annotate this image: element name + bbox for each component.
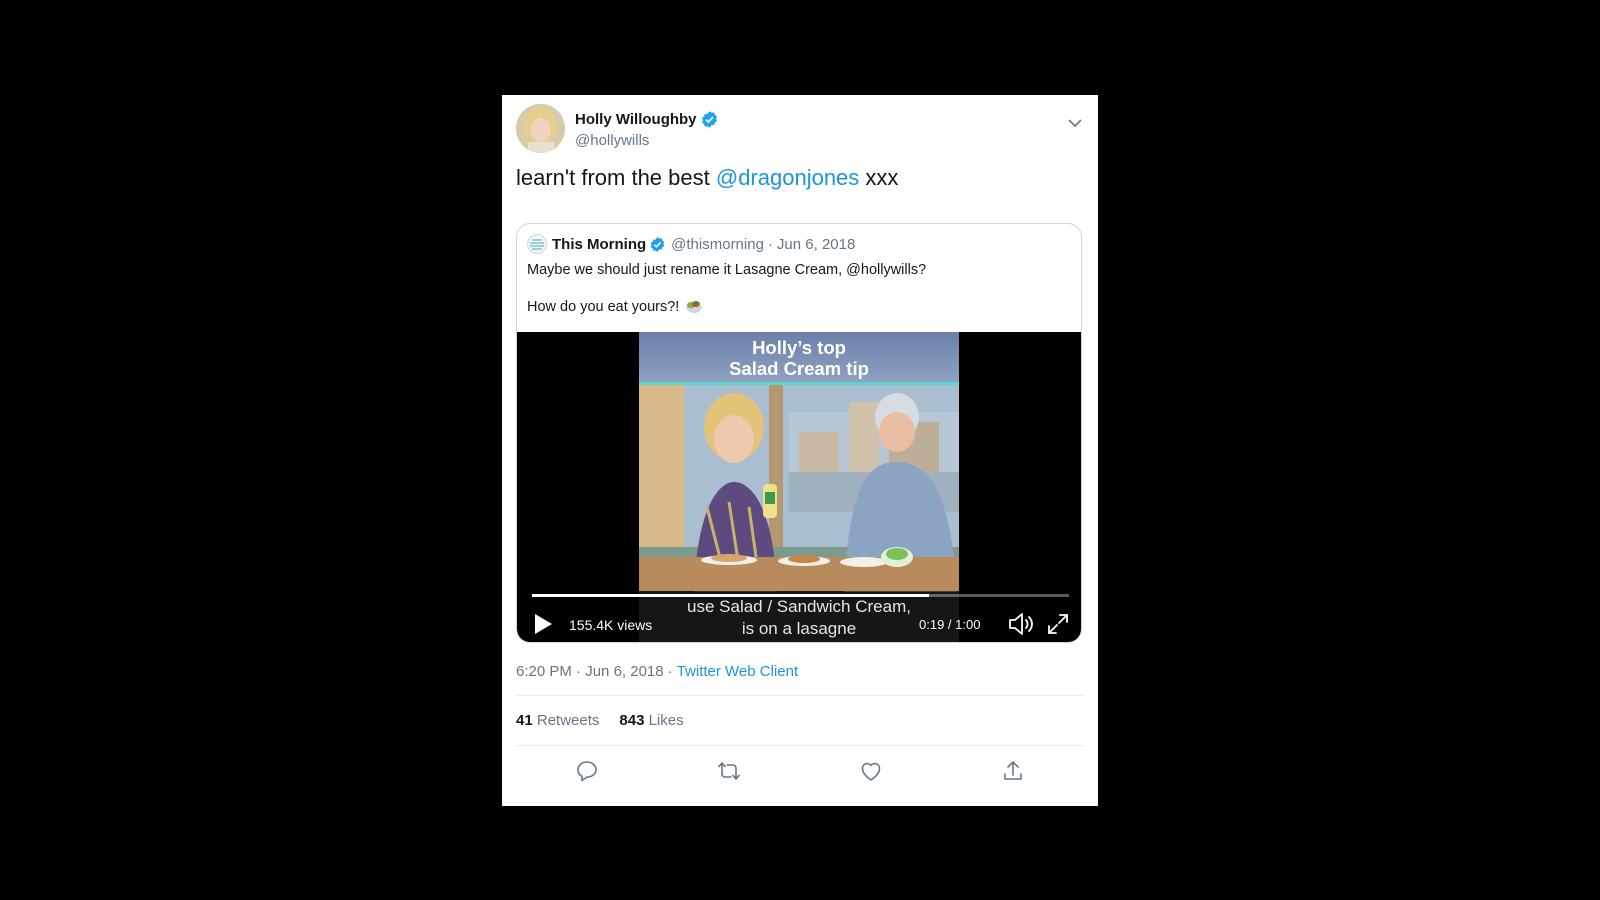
retweet-icon[interactable]	[717, 759, 741, 783]
video-overlay-title: Holly’s top Salad Cream tip	[639, 337, 959, 379]
tweet-header: Holly Willoughby @hollywills	[516, 104, 1084, 154]
share-icon[interactable]	[1001, 759, 1025, 783]
video-caption-line1: use Salad / Sandwich Cream,	[687, 597, 911, 616]
retweets-stat[interactable]: 41 Retweets	[516, 712, 599, 729]
tweet-text-end: xxx	[859, 165, 899, 190]
video-overlay-title-line1: Holly’s top	[752, 337, 846, 358]
video-caption: use Salad / Sandwich Cream, is on a lasa…	[639, 596, 959, 640]
author-handle[interactable]: @hollywills	[575, 132, 649, 149]
meta-separator: ·	[576, 663, 582, 680]
verified-badge-icon	[650, 236, 665, 252]
tweet-card: Holly Willoughby @hollywills learn't fro…	[502, 95, 1098, 806]
tweet-actions	[502, 757, 1098, 797]
meta-separator: ·	[667, 663, 673, 680]
video-caption-line2: is on a lasagne	[741, 619, 857, 638]
quoted-text-line2-row: How do you eat yours?!	[527, 299, 703, 315]
fullscreen-icon[interactable]	[1047, 613, 1069, 635]
divider	[516, 745, 1084, 746]
likes-count: 843	[619, 712, 645, 729]
likes-label: Likes	[648, 712, 684, 729]
quoted-text-line1: Maybe we should just rename it Lasagne C…	[527, 262, 927, 278]
retweets-label: Retweets	[536, 712, 600, 729]
tweet-time[interactable]: 6:20 PM	[516, 663, 572, 680]
quoted-date: Jun 6, 2018	[776, 235, 856, 253]
like-icon[interactable]	[859, 759, 883, 783]
play-icon[interactable]	[532, 612, 554, 636]
salad-bowl-icon	[686, 301, 703, 313]
quoted-text-line2: How do you eat yours?!	[527, 299, 680, 315]
chevron-down-icon[interactable]	[1066, 114, 1084, 132]
quoted-header: This Morning @thismorning · Jun 6, 2018	[527, 234, 855, 254]
tweet-stats: 41 Retweets 843 Likes	[516, 712, 704, 729]
video-progress-fill	[532, 594, 930, 597]
quoted-tweet[interactable]: This Morning @thismorning · Jun 6, 2018 …	[516, 223, 1082, 643]
likes-stat[interactable]: 843 Likes	[619, 712, 683, 729]
author-name[interactable]: Holly Willoughby	[575, 111, 697, 128]
author-name-row: Holly Willoughby	[575, 110, 719, 129]
divider	[516, 695, 1084, 696]
reply-icon[interactable]	[575, 759, 599, 783]
tweet-text-start: learn't from the best	[516, 165, 716, 190]
video-views: 155.4K views	[569, 617, 653, 633]
volume-icon[interactable]	[1008, 612, 1034, 636]
video-time: 0:19 / 1:00	[919, 617, 981, 632]
quoted-separator: ·	[767, 235, 773, 253]
tweet-source-link[interactable]: Twitter Web Client	[677, 663, 798, 680]
tweet-meta: 6:20 PM · Jun 6, 2018 · Twitter Web Clie…	[516, 663, 798, 680]
quoted-avatar	[527, 234, 547, 254]
tweet-date[interactable]: Jun 6, 2018	[585, 663, 663, 680]
video-overlay-title-line2: Salad Cream tip	[729, 358, 869, 379]
retweets-count: 41	[516, 712, 533, 729]
quoted-handle: @thismorning	[671, 235, 764, 253]
quoted-name: This Morning	[552, 235, 647, 253]
mention-link[interactable]: @dragonjones	[716, 165, 859, 190]
author-avatar[interactable]	[516, 104, 565, 153]
verified-badge-icon	[701, 111, 717, 128]
tweet-text: learn't from the best @dragonjones xxx	[516, 165, 898, 191]
video-player[interactable]: Holly’s top Salad Cream tip use Salad / …	[517, 332, 1081, 642]
video-progress-bar[interactable]	[532, 594, 1069, 597]
